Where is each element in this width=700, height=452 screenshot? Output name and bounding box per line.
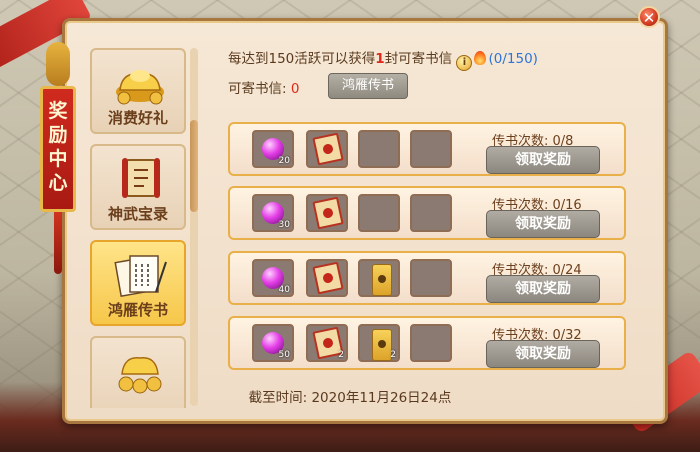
claim-reward-button[interactable]: 领取奖励 <box>486 210 600 238</box>
sendable-letters: 可寄书信: 0 <box>228 77 299 97</box>
sidebar-item-label: 消费好礼 <box>107 109 168 127</box>
letters-tab-button[interactable]: 鸿雁传书 <box>328 73 408 99</box>
red-letter-icon <box>312 196 344 230</box>
item-count: 2 <box>390 350 396 360</box>
claim-reward-button[interactable]: 领取奖励 <box>486 275 600 303</box>
rule-suffix: 封可寄书信 <box>384 51 453 67</box>
reward-slot[interactable]: 30 <box>252 194 294 232</box>
reward-slot-empty <box>410 130 452 168</box>
flame-icon <box>474 51 487 65</box>
letter-quill-icon <box>114 255 167 298</box>
claim-reward-button[interactable]: 领取奖励 <box>486 340 600 368</box>
close-button[interactable]: ✕ <box>638 6 660 28</box>
reward-center-tag: 奖励中心 <box>40 86 76 212</box>
gold-scroll-icon <box>372 329 392 361</box>
sidebar-scroll-thumb[interactable] <box>190 120 198 212</box>
reward-slot[interactable] <box>306 259 348 297</box>
item-count: 2 <box>338 350 344 360</box>
reward-slot[interactable]: 40 <box>252 259 294 297</box>
deadline-text: 截至时间: 2020年11月26日24点 <box>248 390 452 406</box>
reward-row: 50 2 2 传书次数: 0/32 领取奖励 <box>228 316 626 370</box>
reward-slot[interactable]: 2 <box>306 324 348 362</box>
reward-slot[interactable] <box>358 259 400 297</box>
gold-ingot-icon <box>116 70 164 105</box>
activity-progress: (0/150) <box>488 51 538 67</box>
scroll-book-icon <box>122 158 160 198</box>
reward-slot[interactable]: 20 <box>252 130 294 168</box>
reward-slot-empty <box>410 194 452 232</box>
sidebar-item-shenwu-record[interactable]: 神武宝录 <box>90 144 186 230</box>
sendable-letters-value: 0 <box>290 81 300 97</box>
sidebar-item-label: 神武宝录 <box>107 205 168 223</box>
reward-row: 40 传书次数: 0/24 领取奖励 <box>228 251 626 305</box>
activity-rule-text: 每达到150活跃可以获得1封可寄书信 i (0/150) <box>228 47 538 71</box>
sidebar-item-letters[interactable]: 鸿雁传书 <box>90 240 186 326</box>
reward-slot[interactable] <box>306 130 348 168</box>
item-count: 40 <box>278 285 290 295</box>
claim-reward-button[interactable]: 领取奖励 <box>486 146 600 174</box>
sidebar-item-consume-gift[interactable]: 消费好礼 <box>90 48 186 134</box>
sendable-letters-label: 可寄书信: <box>228 81 287 97</box>
item-count: 50 <box>278 350 290 360</box>
reward-slot-empty <box>358 130 400 168</box>
reward-slot[interactable] <box>306 194 348 232</box>
knot-ornament <box>46 42 70 86</box>
reward-slot-empty <box>410 259 452 297</box>
reward-slot-empty <box>410 324 452 362</box>
reward-slot[interactable]: 50 <box>252 324 294 362</box>
reward-slot[interactable]: 2 <box>358 324 400 362</box>
red-letter-icon <box>312 132 344 166</box>
sidebar-item-label: 鸿雁传书 <box>107 301 168 319</box>
rule-number: 1 <box>375 51 385 67</box>
reward-row: 20 传书次数: 0/8 领取奖励 <box>228 122 626 176</box>
reward-center-label: 奖励中心 <box>48 100 68 194</box>
sidebar-scrollbar[interactable] <box>190 48 198 406</box>
reward-row: 30 传书次数: 0/16 领取奖励 <box>228 186 626 240</box>
item-count: 30 <box>278 220 290 230</box>
sidebar: 消费好礼 神武宝录 鸿雁传书 <box>86 44 190 408</box>
info-icon[interactable]: i <box>456 55 473 71</box>
reward-slot-empty <box>358 194 400 232</box>
gold-scroll-icon <box>372 264 392 296</box>
red-letter-icon <box>312 261 344 295</box>
tassel-ornament <box>54 212 62 274</box>
item-count: 20 <box>278 156 290 166</box>
rule-prefix: 每达到150活跃可以获得 <box>228 51 376 67</box>
